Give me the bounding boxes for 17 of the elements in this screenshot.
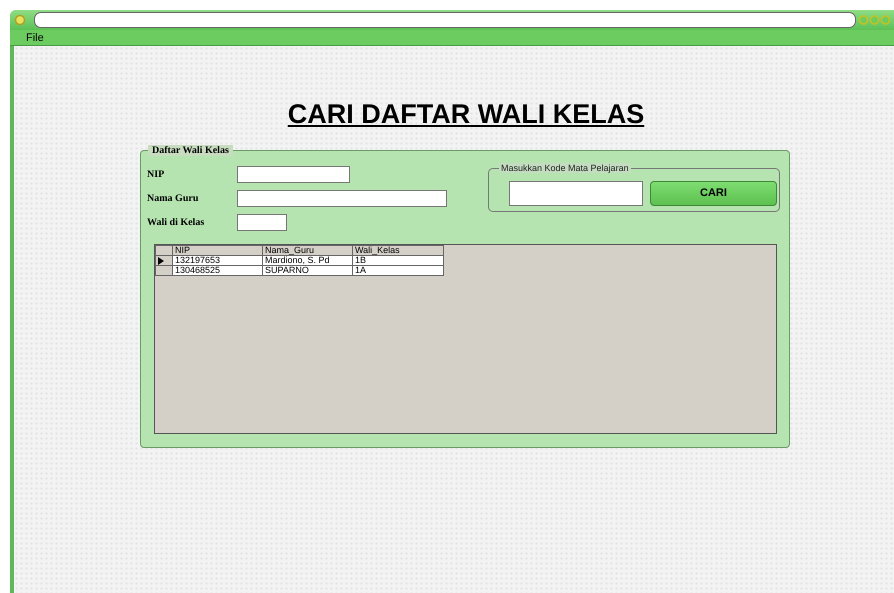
column-header[interactable]: NIP: [172, 246, 262, 256]
search-legend: Masukkan Kode Mata Pelajaran: [499, 163, 631, 173]
field-label: Wali di Kelas: [147, 217, 206, 228]
current-row-icon: [158, 256, 164, 264]
column-header[interactable]: Wali_Kelas: [352, 246, 444, 256]
group-legend: Daftar Wali Kelas: [148, 145, 233, 156]
input-field[interactable]: [237, 166, 350, 183]
input-field[interactable]: [237, 190, 447, 207]
field-label: NIP: [147, 169, 166, 180]
column-header[interactable]: Nama_Guru: [262, 246, 352, 256]
menu-item[interactable]: File: [26, 32, 47, 44]
search-field[interactable]: [509, 180, 643, 206]
input-field[interactable]: [237, 214, 287, 231]
row-header[interactable]: [156, 256, 172, 266]
search-button[interactable]: CARI: [650, 180, 777, 206]
page-heading: CARI DAFTAR WALI KELAS: [288, 99, 644, 131]
field-label: Nama Guru: [147, 193, 200, 204]
